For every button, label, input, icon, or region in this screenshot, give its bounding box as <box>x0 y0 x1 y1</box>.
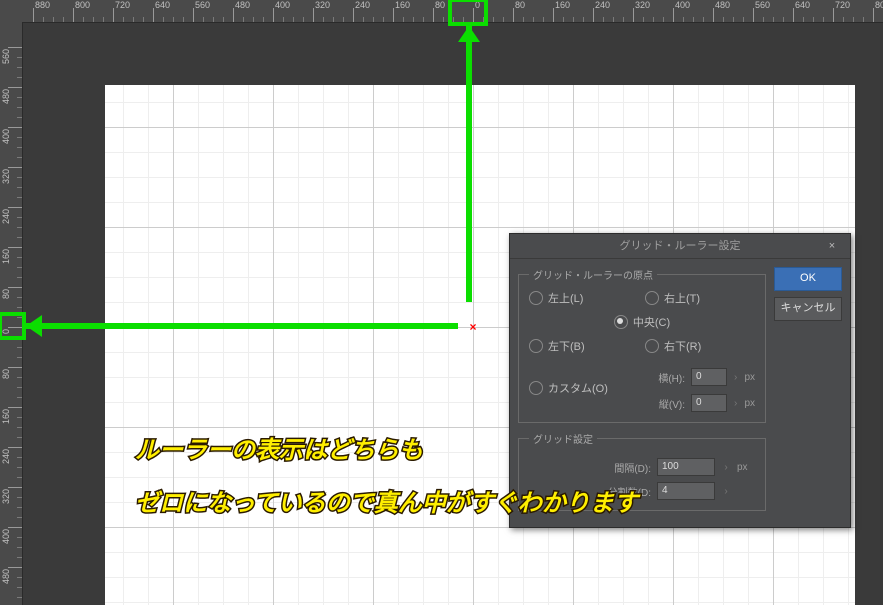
v-spin-icon[interactable]: › <box>733 398 738 409</box>
annotation-line2: ゼロになっているので真ん中がすぐわかります <box>135 485 638 523</box>
cancel-button[interactable]: キャンセル <box>774 297 842 321</box>
v-label: 縦(V): <box>645 396 685 411</box>
div-input[interactable]: 4 <box>657 482 715 500</box>
origin-marker-icon: × <box>469 320 476 334</box>
close-icon[interactable]: × <box>820 234 844 258</box>
div-spin-icon[interactable]: › <box>721 486 731 497</box>
radio-custom[interactable]: カスタム(O) <box>529 364 639 412</box>
arrow-to-v-zero <box>26 323 458 329</box>
radio-top-right[interactable]: 右上(T) <box>645 290 755 306</box>
origin-legend: グリッド・ルーラーの原点 <box>529 267 657 282</box>
ok-button[interactable]: OK <box>774 267 842 291</box>
gap-spin-icon[interactable]: › <box>721 462 731 473</box>
radio-center[interactable]: 中央(C) <box>529 314 755 330</box>
h-unit: px <box>744 372 755 383</box>
ruler-corner <box>0 0 23 23</box>
h-spin-icon[interactable]: › <box>733 372 738 383</box>
grid-ruler-settings-dialog[interactable]: グリッド・ルーラー設定 × グリッド・ルーラーの原点 左上(L) 右上(T) 中… <box>509 233 851 528</box>
origin-fieldset: グリッド・ルーラーの原点 左上(L) 右上(T) 中央(C) 左下(B) 右下(… <box>518 267 766 423</box>
radio-top-left[interactable]: 左上(L) <box>529 290 639 306</box>
radio-bottom-right[interactable]: 右下(R) <box>645 338 755 354</box>
gap-input[interactable]: 100 <box>657 458 715 476</box>
highlight-v-zero <box>0 312 26 340</box>
gap-unit: px <box>737 462 755 473</box>
arrow-head-up-icon <box>458 26 480 42</box>
gap-label: 間隔(D): <box>597 460 651 475</box>
v-input[interactable]: 0 <box>691 394 727 412</box>
dialog-titlebar[interactable]: グリッド・ルーラー設定 × <box>510 234 850 259</box>
annotation-line1: ルーラーの表示はどちらも <box>135 432 423 470</box>
radio-bottom-left[interactable]: 左下(B) <box>529 338 639 354</box>
v-unit: px <box>744 398 755 409</box>
highlight-h-zero <box>448 0 488 26</box>
arrow-head-left-icon <box>26 315 42 337</box>
dialog-title: グリッド・ルーラー設定 <box>620 240 741 252</box>
arrow-to-h-zero <box>466 26 472 302</box>
h-input[interactable]: 0 <box>691 368 727 386</box>
h-label: 横(H): <box>645 370 685 385</box>
grid-legend: グリッド設定 <box>529 431 597 446</box>
